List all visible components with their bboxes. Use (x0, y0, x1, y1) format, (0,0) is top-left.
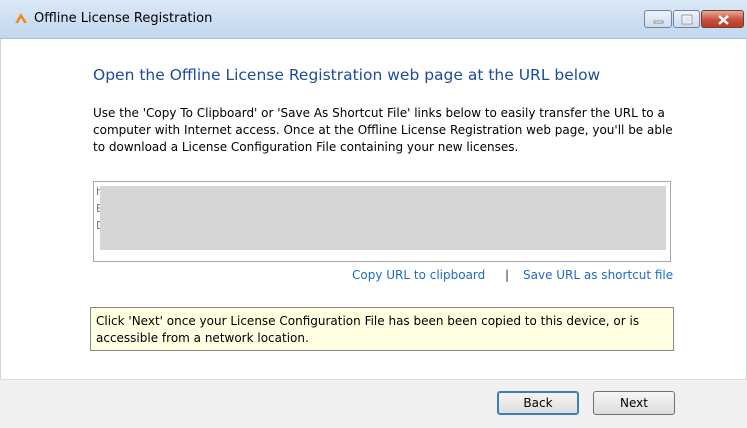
description-text: Use the 'Copy To Clipboard' or 'Save As … (93, 106, 673, 154)
page-heading: Open the Offline License Registration we… (93, 66, 601, 84)
copy-url-link[interactable]: Copy URL to clipboard (352, 268, 485, 282)
save-url-link[interactable]: Save URL as shortcut file (523, 268, 673, 282)
info-note: Click 'Next' once your License Configura… (90, 307, 674, 351)
window-title: Offline License Registration (34, 11, 213, 26)
orange-arrow-icon (15, 13, 27, 23)
redacted-url-block (100, 186, 666, 250)
maximize-icon (681, 14, 693, 25)
dialog-window: Offline License Registration Open the Of… (0, 0, 747, 428)
minimize-icon (653, 20, 664, 24)
title-bar[interactable]: Offline License Registration (0, 0, 747, 39)
back-button[interactable]: Back (497, 391, 579, 415)
maximize-button[interactable] (673, 10, 700, 28)
next-button[interactable]: Next (593, 391, 675, 415)
close-icon (718, 15, 729, 25)
close-button[interactable] (701, 10, 744, 28)
minimize-button[interactable] (644, 10, 672, 28)
link-separator: | (505, 268, 510, 282)
